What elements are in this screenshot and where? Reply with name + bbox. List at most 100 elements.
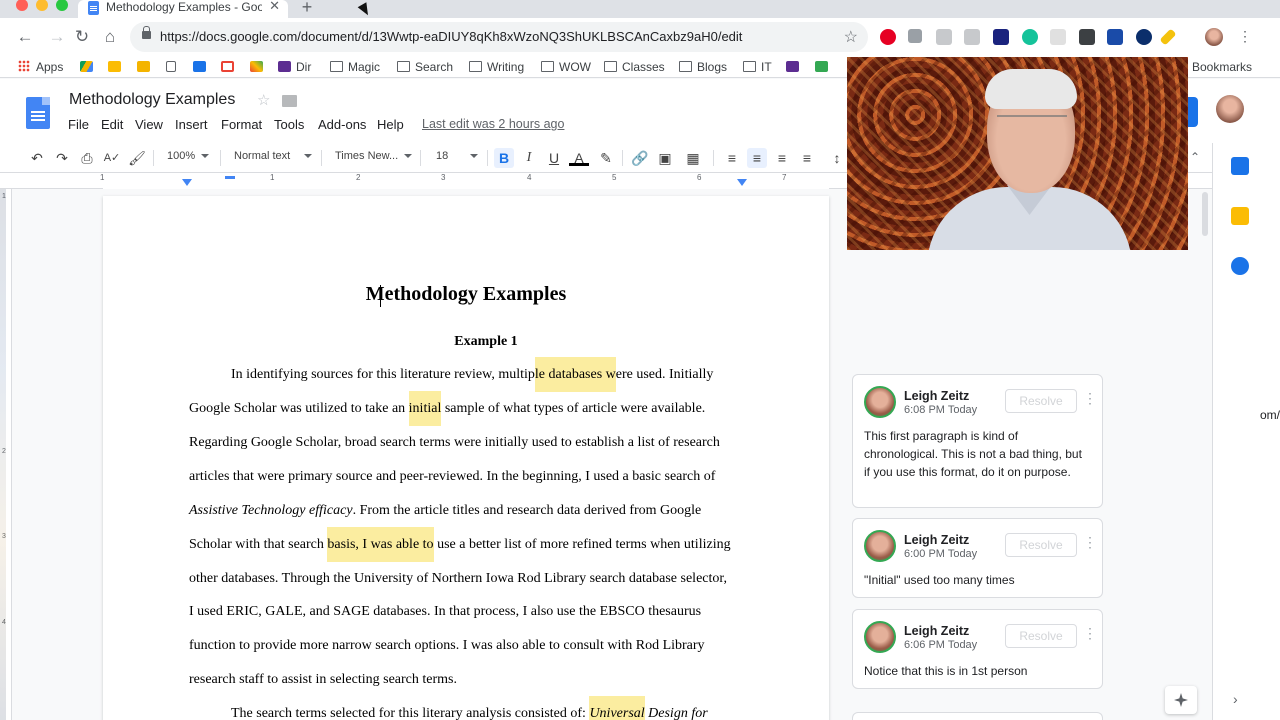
left-indent-marker[interactable] (182, 179, 192, 186)
bookmark-folder-writing[interactable]: Writing (469, 59, 524, 75)
star-document-icon[interactable]: ☆ (257, 91, 270, 109)
bookmark-drive[interactable] (80, 59, 98, 75)
align-center-icon[interactable]: ≡ (747, 148, 767, 168)
tab-close-icon[interactable]: ✕ (269, 0, 280, 13)
menu-format[interactable]: Format (221, 117, 262, 132)
document-line[interactable]: function to provide more narrow search o… (189, 638, 705, 654)
menu-help[interactable]: Help (377, 117, 404, 132)
extension-icon[interactable] (993, 29, 1009, 45)
document-title[interactable]: Methodology Examples (69, 91, 235, 109)
document-line[interactable]: Assistive Technology efficacy. From the … (189, 503, 701, 519)
bold-button[interactable]: B (494, 148, 514, 168)
scrollbar-thumb[interactable] (1202, 192, 1208, 236)
more-options-icon[interactable]: ⋮ (1083, 535, 1097, 549)
collapse-menus-icon[interactable]: ⌃ (1190, 150, 1200, 164)
justify-icon[interactable]: ≡ (797, 148, 817, 168)
comment-card[interactable] (852, 712, 1103, 720)
document-subheading[interactable]: Example 1 (0, 334, 972, 350)
reload-icon[interactable]: ↻ (71, 26, 93, 48)
resolve-button[interactable]: Resolve (1005, 624, 1077, 648)
bookmark-uni[interactable] (786, 59, 804, 75)
paragraph-style-select[interactable]: Normal text (234, 150, 313, 162)
document-line[interactable]: articles that were primary source and pe… (189, 469, 715, 485)
extension-icon[interactable] (936, 29, 952, 45)
extension-icon[interactable] (964, 29, 980, 45)
more-options-icon[interactable]: ⋮ (1083, 391, 1097, 405)
redo-icon[interactable]: ↷ (53, 148, 71, 168)
align-left-icon[interactable]: ≡ (722, 148, 742, 168)
grammarly-extension-icon[interactable] (1022, 29, 1038, 45)
document-line[interactable]: Google Scholar was utilized to take an i… (189, 391, 705, 426)
document-heading[interactable]: Methodology Examples (103, 283, 829, 306)
print-icon[interactable]: ⎙ (78, 148, 96, 168)
text-color-button[interactable]: A (569, 148, 589, 166)
bookmark-gmail[interactable] (221, 59, 239, 75)
bookmark-green[interactable] (815, 59, 833, 75)
more-options-icon[interactable]: ⋮ (1083, 626, 1097, 640)
align-right-icon[interactable]: ≡ (772, 148, 792, 168)
tasks-icon[interactable] (1231, 257, 1249, 275)
minimize-window-button[interactable] (36, 0, 48, 11)
menu-edit[interactable]: Edit (101, 117, 123, 132)
bookmark-folder-blogs[interactable]: Blogs (679, 59, 727, 75)
keep-icon[interactable] (1231, 207, 1249, 225)
maximize-window-button[interactable] (56, 0, 68, 11)
bookmark-folder-magic[interactable]: Magic (330, 59, 380, 75)
bookmark-page[interactable] (166, 59, 181, 75)
add-comment-icon[interactable]: ▣ (655, 148, 675, 168)
insert-link-icon[interactable]: 🔗 (630, 148, 650, 168)
account-avatar[interactable] (1216, 95, 1244, 123)
rss-extension-icon[interactable] (908, 29, 922, 43)
extension-icon[interactable] (1079, 29, 1095, 45)
new-tab-button[interactable]: + (298, 0, 316, 16)
bookmark-folder-search[interactable]: Search (397, 59, 453, 75)
extension-icon[interactable] (1136, 29, 1152, 45)
document-line[interactable]: research staff to assist in selecting se… (189, 672, 457, 688)
menu-tools[interactable]: Tools (274, 117, 304, 132)
move-to-folder-icon[interactable] (282, 95, 297, 107)
document-scrollbar[interactable] (1200, 189, 1212, 720)
comment-card[interactable]: Leigh Zeitz 6:08 PM Today Resolve ⋮ This… (852, 374, 1103, 508)
bookmark-star-icon[interactable]: ☆ (844, 27, 858, 47)
first-line-indent-marker[interactable] (225, 176, 235, 179)
bookmark-apps[interactable]: Apps (18, 59, 63, 75)
comment-card[interactable]: Leigh Zeitz 6:06 PM Today Resolve ⋮ Noti… (852, 609, 1103, 689)
close-window-button[interactable] (16, 0, 28, 11)
right-indent-marker[interactable] (737, 179, 747, 186)
resolve-button[interactable]: Resolve (1005, 533, 1077, 557)
bookmark-slides[interactable] (137, 59, 155, 75)
menu-view[interactable]: View (135, 117, 163, 132)
zoom-select[interactable]: 100% (167, 150, 210, 162)
highlighter-extension-icon[interactable] (1159, 28, 1177, 46)
last-edit-link[interactable]: Last edit was 2 hours ago (422, 117, 564, 131)
document-line[interactable]: I used ERIC, GALE, and SAGE databases. I… (189, 604, 701, 620)
underline-button[interactable]: U (544, 148, 564, 168)
bookmark-folder-wow[interactable]: WOW (541, 59, 591, 75)
browser-tab-active[interactable]: Methodology Examples - Goog ✕ (78, 0, 288, 18)
browser-menu-icon[interactable]: ⋮ (1238, 28, 1252, 45)
menu-add-ons[interactable]: Add-ons (318, 117, 366, 132)
home-icon[interactable]: ⌂ (99, 26, 121, 48)
line-spacing-icon[interactable]: ↕ (830, 148, 844, 168)
bookmark-folder-it[interactable]: IT (743, 59, 772, 75)
document-line[interactable]: Scholar with that search basis, I was ab… (189, 527, 731, 562)
font-family-select[interactable]: Times New... (335, 150, 413, 162)
extension-icon[interactable] (1050, 29, 1066, 45)
share-button[interactable] (1188, 97, 1198, 127)
menu-insert[interactable]: Insert (175, 117, 208, 132)
calendar-icon[interactable] (1231, 157, 1249, 175)
other-bookmarks[interactable]: Bookmarks (1180, 59, 1253, 75)
bookmark-calendar[interactable] (193, 59, 211, 75)
comment-card[interactable]: Leigh Zeitz 6:00 PM Today Resolve ⋮ "Ini… (852, 518, 1103, 598)
bookmark-keep[interactable] (108, 59, 126, 75)
back-arrow-icon[interactable]: ← (14, 26, 36, 48)
font-size-select[interactable]: 18 (436, 150, 479, 162)
undo-icon[interactable]: ↶ (28, 148, 46, 168)
italic-button[interactable]: I (519, 148, 539, 168)
document-line[interactable]: In identifying sources for this literatu… (231, 357, 713, 392)
resolve-button[interactable]: Resolve (1005, 389, 1077, 413)
address-bar[interactable]: https://docs.google.com/document/d/13Wwt… (130, 22, 868, 52)
menu-file[interactable]: File (68, 117, 89, 132)
paint-format-icon[interactable]: 🖌 (128, 148, 146, 168)
extension-icon[interactable] (1107, 29, 1123, 45)
